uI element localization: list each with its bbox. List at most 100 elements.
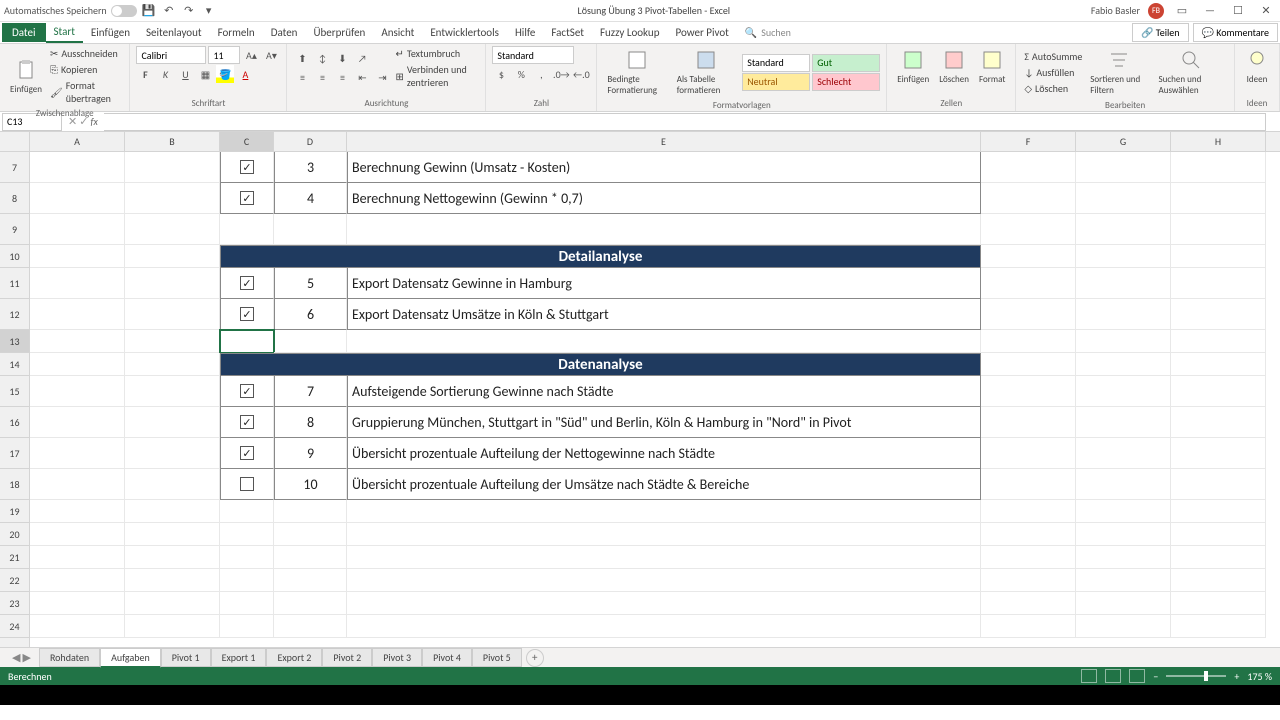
select-all-corner[interactable]	[0, 132, 29, 152]
cell-g15[interactable]	[1076, 376, 1171, 407]
tab-start[interactable]: Start	[46, 22, 83, 43]
share-button[interactable]: 🔗 Teilen	[1132, 23, 1189, 42]
currency-icon[interactable]: $	[492, 65, 510, 83]
cell-e7[interactable]: Berechnung Gewinn (Umsatz - Kosten)	[347, 152, 981, 183]
row-header-19[interactable]: 19	[0, 500, 29, 523]
col-header-a[interactable]: A	[30, 132, 125, 151]
cell-g11[interactable]	[1076, 268, 1171, 299]
cell-d15[interactable]: 7	[274, 376, 347, 407]
cell-b10[interactable]	[125, 245, 220, 268]
cell-c18[interactable]	[220, 469, 274, 500]
tab-formeln[interactable]: Formeln	[210, 23, 263, 42]
header-detailanalyse[interactable]: Detailanalyse	[220, 245, 981, 268]
copy-button[interactable]: ⎘ Kopieren	[48, 62, 123, 77]
fill-button[interactable]: ↓ Ausfüllen	[1022, 65, 1084, 80]
cell-e15[interactable]: Aufsteigende Sortierung Gewinne nach Stä…	[347, 376, 981, 407]
number-format-select[interactable]	[492, 46, 574, 64]
ribbon-options-icon[interactable]: ▭	[1172, 3, 1192, 19]
style-gut[interactable]: Gut	[812, 54, 880, 72]
tab-ueberpruefen[interactable]: Überprüfen	[305, 23, 373, 42]
cell-g10[interactable]	[1076, 245, 1171, 268]
cell-g14[interactable]	[1076, 353, 1171, 376]
cell-b16[interactable]	[125, 407, 220, 438]
bold-icon[interactable]: F	[136, 65, 154, 83]
redo-icon[interactable]: ↷	[181, 3, 197, 19]
cell-b18[interactable]	[125, 469, 220, 500]
table-format-button[interactable]: Als Tabelle formatieren	[673, 46, 740, 98]
cell-c13[interactable]	[220, 330, 274, 353]
cell-a15[interactable]	[30, 376, 125, 407]
increase-decimal-icon[interactable]: .0→	[552, 65, 570, 83]
tell-me-search[interactable]: 🔍 Suchen	[737, 26, 799, 39]
cell-h7[interactable]	[1171, 152, 1266, 183]
cell-e16[interactable]: Gruppierung München, Stuttgart in "Süd" …	[347, 407, 981, 438]
cell-d9[interactable]	[274, 214, 347, 245]
align-middle-icon[interactable]: ↕	[313, 50, 331, 68]
row-header-21[interactable]: 21	[0, 546, 29, 569]
merge-center-button[interactable]: ⊞ Verbinden und zentrieren	[393, 62, 479, 90]
decrease-font-icon[interactable]: A▾	[262, 46, 280, 64]
orientation-icon[interactable]: ↗	[353, 50, 371, 68]
col-header-b[interactable]: B	[125, 132, 220, 151]
cell-f18[interactable]	[981, 469, 1076, 500]
col-header-f[interactable]: F	[981, 132, 1076, 151]
sheet-tab-export1[interactable]: Export 1	[211, 648, 267, 667]
undo-icon[interactable]: ↶	[161, 3, 177, 19]
wrap-text-button[interactable]: ↵ Textumbruch	[393, 46, 479, 61]
row-header-14[interactable]: 14	[0, 353, 29, 376]
cell-c17[interactable]: ✓	[220, 438, 274, 469]
sheet-nav-prev-icon[interactable]: ◀	[12, 651, 20, 664]
cell-a14[interactable]	[30, 353, 125, 376]
fill-color-icon[interactable]: 🪣	[216, 65, 234, 83]
row-header-24[interactable]: 24	[0, 615, 29, 638]
align-center-icon[interactable]: ≡	[313, 69, 331, 87]
cell-a23[interactable]	[30, 592, 125, 615]
ideas-button[interactable]: Ideen	[1241, 46, 1273, 87]
tab-seitenlayout[interactable]: Seitenlayout	[138, 23, 210, 42]
cell-a24[interactable]	[30, 615, 125, 638]
checkbox-11[interactable]: ✓	[240, 276, 254, 290]
checkbox-12[interactable]: ✓	[240, 307, 254, 321]
file-tab[interactable]: Datei	[2, 23, 46, 42]
cell-f11[interactable]	[981, 268, 1076, 299]
sheet-tab-export2[interactable]: Export 2	[266, 648, 322, 667]
cell-f12[interactable]	[981, 299, 1076, 330]
row-header-7[interactable]: 7	[0, 152, 29, 183]
format-cells-button[interactable]: Format	[975, 46, 1009, 87]
qat-customize-icon[interactable]: ▾	[201, 3, 217, 19]
cell-c8[interactable]: ✓	[220, 183, 274, 214]
col-header-c[interactable]: C	[220, 132, 274, 151]
cell-a19[interactable]	[30, 500, 125, 523]
tab-factset[interactable]: FactSet	[543, 23, 592, 42]
font-size-input[interactable]	[208, 46, 240, 64]
view-page-layout-icon[interactable]	[1105, 669, 1121, 683]
comma-icon[interactable]: ,	[532, 65, 550, 83]
tab-daten[interactable]: Daten	[263, 23, 306, 42]
cell-g9[interactable]	[1076, 214, 1171, 245]
cell-g12[interactable]	[1076, 299, 1171, 330]
close-icon[interactable]: ✕	[1256, 3, 1276, 19]
underline-icon[interactable]: U	[176, 65, 194, 83]
row-header-8[interactable]: 8	[0, 183, 29, 214]
sort-filter-button[interactable]: Sortieren und Filtern	[1086, 46, 1152, 98]
paste-button[interactable]: Einfügen	[6, 56, 46, 97]
cell-d11[interactable]: 5	[274, 268, 347, 299]
cell-a11[interactable]	[30, 268, 125, 299]
checkbox-15[interactable]: ✓	[240, 384, 254, 398]
cell-a7[interactable]	[30, 152, 125, 183]
sheet-tab-pivot4[interactable]: Pivot 4	[422, 648, 472, 667]
row-header-23[interactable]: 23	[0, 592, 29, 615]
tab-fuzzy[interactable]: Fuzzy Lookup	[592, 23, 668, 42]
cell-c15[interactable]: ✓	[220, 376, 274, 407]
add-sheet-button[interactable]: +	[526, 649, 544, 667]
cell-b11[interactable]	[125, 268, 220, 299]
cell-h13[interactable]	[1171, 330, 1266, 353]
cell-b14[interactable]	[125, 353, 220, 376]
row-header-9[interactable]: 9	[0, 214, 29, 245]
cell-d12[interactable]: 6	[274, 299, 347, 330]
checkbox-18[interactable]	[240, 477, 254, 491]
cell-h15[interactable]	[1171, 376, 1266, 407]
row-header-20[interactable]: 20	[0, 523, 29, 546]
cell-e13[interactable]	[347, 330, 981, 353]
align-bottom-icon[interactable]: ⬇	[333, 50, 351, 68]
